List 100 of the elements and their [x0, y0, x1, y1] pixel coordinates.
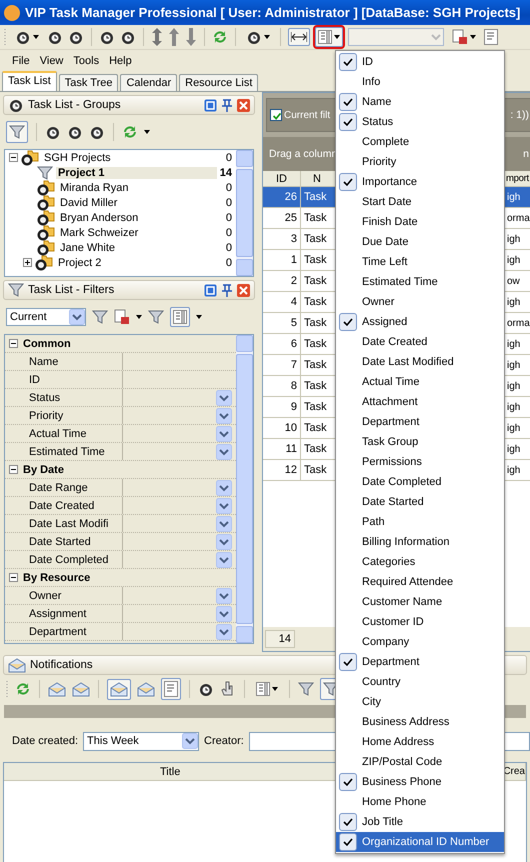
menu-item[interactable]: Organizational ID Number — [336, 832, 504, 852]
table-cell[interactable]: 1 — [263, 250, 301, 271]
filter-icon[interactable] — [298, 681, 314, 697]
tree-item[interactable]: SGH Projects — [42, 152, 113, 164]
clock-icon[interactable] — [47, 29, 63, 45]
save-layout-icon[interactable] — [114, 309, 130, 325]
table-cell[interactable]: 7 — [263, 355, 301, 376]
menu-item[interactable]: Name — [336, 92, 504, 112]
tree-item[interactable]: Jane White — [58, 242, 118, 254]
current-filter-checkbox[interactable] — [270, 109, 282, 121]
close-icon[interactable] — [237, 98, 250, 112]
clock-icon[interactable] — [198, 681, 214, 697]
menu-item[interactable]: Job Title — [336, 812, 504, 832]
column-width-button[interactable] — [288, 28, 310, 46]
scrollbar[interactable] — [236, 150, 253, 276]
menu-item[interactable]: Company — [336, 632, 504, 652]
menu-item[interactable]: Info — [336, 72, 504, 92]
table-cell[interactable]: 10 — [263, 418, 301, 439]
menu-item[interactable]: Complete — [336, 132, 504, 152]
tab[interactable]: Task Tree — [58, 74, 118, 91]
clock-icon[interactable] — [99, 29, 115, 45]
tab[interactable]: Task List — [2, 71, 57, 91]
clock-icon[interactable] — [8, 97, 24, 113]
menu-item[interactable]: Business Address — [336, 712, 504, 732]
table-cell[interactable]: 11 — [263, 439, 301, 460]
menu-item[interactable]: View — [40, 55, 64, 67]
tab[interactable]: Calendar — [120, 74, 178, 91]
toolbar-grip-icon[interactable] — [4, 28, 7, 46]
expand-toggle[interactable] — [9, 339, 18, 348]
menu-item[interactable]: ID — [336, 52, 504, 72]
menu-item[interactable]: Date Started — [336, 492, 504, 512]
scrollbar[interactable] — [236, 335, 253, 643]
table-cell[interactable]: 6 — [263, 334, 301, 355]
close-icon[interactable] — [237, 284, 250, 296]
menu-item[interactable]: Status — [336, 112, 504, 132]
down-arrow-icon[interactable] — [185, 28, 197, 46]
refresh-icon[interactable] — [122, 124, 138, 140]
menu-item[interactable]: Required Attendee — [336, 572, 504, 592]
filter-icon[interactable] — [9, 124, 25, 140]
filter-preset-combo[interactable]: Current — [6, 308, 86, 326]
tab[interactable]: Resource List — [179, 74, 258, 91]
document-icon[interactable] — [164, 681, 178, 697]
up-arrow-icon[interactable] — [168, 28, 180, 46]
menu-item[interactable]: Customer ID — [336, 612, 504, 632]
tree-item[interactable]: Mark Schweizer — [58, 226, 140, 238]
menu-item[interactable]: Home Address — [336, 732, 504, 752]
clock-icon[interactable] — [68, 29, 84, 45]
filter-icon[interactable] — [148, 309, 164, 325]
table-cell[interactable]: 3 — [263, 229, 301, 250]
clock-icon[interactable] — [15, 29, 31, 45]
document-icon[interactable] — [484, 29, 498, 45]
menu-item[interactable]: Priority — [336, 152, 504, 172]
menu-item[interactable]: Billing Information — [336, 532, 504, 552]
column-header[interactable]: ID — [263, 171, 301, 187]
menu-item[interactable]: Home Phone — [336, 792, 504, 812]
menu-item[interactable]: City — [336, 692, 504, 712]
menu-item[interactable]: Business Phone — [336, 772, 504, 792]
up-down-arrow-icon[interactable] — [151, 28, 163, 46]
expand-toggle[interactable] — [23, 258, 32, 267]
menu-item[interactable]: ZIP/Postal Code — [336, 752, 504, 772]
filter-icon[interactable] — [92, 309, 108, 325]
table-cell[interactable]: 8 — [263, 376, 301, 397]
menu-item[interactable]: Customer Name — [336, 592, 504, 612]
clock-icon[interactable] — [89, 124, 105, 140]
pin-icon[interactable] — [221, 284, 233, 296]
menu-item[interactable]: Department — [336, 652, 504, 672]
clock-icon[interactable] — [45, 124, 61, 140]
tree-item[interactable]: Project 2 — [56, 256, 104, 268]
table-cell[interactable]: 4 — [263, 292, 301, 313]
table-cell[interactable]: 5 — [263, 313, 301, 334]
toolbar-grip-icon[interactable] — [6, 680, 9, 698]
expand-toggle[interactable] — [9, 465, 18, 474]
filter-icon[interactable] — [37, 164, 53, 180]
clock-icon[interactable] — [120, 29, 136, 45]
clock-icon[interactable] — [67, 124, 83, 140]
refresh-icon[interactable] — [15, 681, 31, 697]
save-layout-icon[interactable] — [452, 29, 468, 45]
refresh-icon[interactable] — [212, 29, 228, 45]
tree-item[interactable]: Miranda Ryan — [58, 182, 130, 194]
table-cell[interactable]: 9 — [263, 397, 301, 418]
filter-icon[interactable] — [8, 282, 24, 298]
tree-item[interactable]: Project 1 — [56, 166, 217, 178]
tree-item[interactable]: Bryan Anderson — [58, 212, 140, 224]
tree-item[interactable]: David Miller — [58, 196, 120, 208]
menu-item[interactable]: Categories — [336, 552, 504, 572]
menu-item[interactable]: Tools — [73, 55, 100, 67]
menu-item[interactable]: Path — [336, 512, 504, 532]
menu-item[interactable]: Country — [336, 672, 504, 692]
pin-icon[interactable] — [221, 98, 233, 112]
table-cell[interactable]: 12 — [263, 460, 301, 481]
expand-toggle[interactable] — [9, 573, 18, 582]
column-header[interactable]: Title — [4, 763, 338, 781]
expand-toggle[interactable] — [9, 153, 18, 162]
menu-item[interactable]: Help — [109, 55, 132, 67]
column-chooser-button[interactable] — [315, 27, 343, 47]
restore-icon[interactable] — [204, 98, 217, 112]
table-cell[interactable]: 26 — [263, 187, 301, 208]
menu-item[interactable]: File — [12, 55, 30, 67]
clock-icon[interactable] — [246, 29, 262, 45]
table-cell[interactable]: 2 — [263, 271, 301, 292]
